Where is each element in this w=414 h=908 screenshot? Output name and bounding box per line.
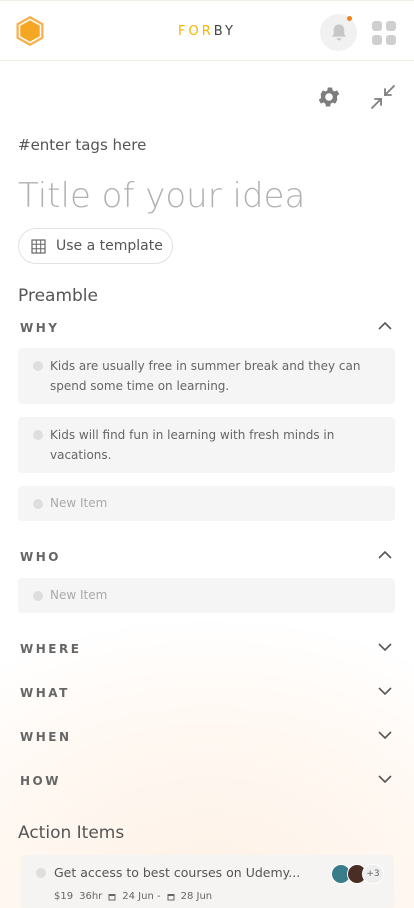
- chevron-up-icon[interactable]: [377, 321, 393, 331]
- action-item-title: Get access to best courses on Udemy...: [54, 865, 301, 880]
- tags-input[interactable]: #enter tags here: [18, 136, 146, 154]
- end-date: 28 Jun: [180, 891, 213, 902]
- bell-icon: [331, 24, 346, 41]
- grid-table-icon: [31, 238, 46, 254]
- what-section-label[interactable]: WHAT: [20, 686, 70, 700]
- use-template-button[interactable]: Use a template: [18, 228, 173, 264]
- app-header: FORBY: [0, 0, 414, 61]
- use-template-label: Use a template: [56, 238, 163, 254]
- gear-icon[interactable]: [316, 84, 342, 110]
- grid-icon[interactable]: [372, 21, 396, 45]
- action-item-card[interactable]: Get access to best courses on Udemy... $…: [21, 855, 394, 908]
- chevron-down-icon[interactable]: [377, 730, 393, 740]
- why-item-text: Kids are usually free in summer break an…: [50, 359, 361, 393]
- notification-dot: [347, 16, 352, 21]
- chevron-down-icon[interactable]: [377, 774, 393, 784]
- bullet-icon: [33, 499, 43, 509]
- chevron-down-icon[interactable]: [377, 686, 393, 696]
- calendar-icon: [167, 893, 175, 900]
- action-item-meta: $19 36hr 24 Jun - 28 Jun: [54, 891, 212, 902]
- chevron-down-icon[interactable]: [377, 642, 393, 652]
- why-new-item-input[interactable]: New Item: [18, 486, 395, 521]
- where-section-label[interactable]: WHERE: [20, 642, 81, 656]
- idea-title-input[interactable]: Title of your idea: [18, 176, 305, 216]
- when-section-label[interactable]: WHEN: [20, 730, 72, 744]
- cost-value: $19: [54, 891, 74, 902]
- bullet-icon: [33, 361, 43, 371]
- bullet-icon: [33, 591, 43, 601]
- why-item[interactable]: Kids will find fun in learning with fres…: [18, 417, 395, 473]
- calendar-icon: [108, 893, 116, 900]
- bullet-icon: [33, 430, 43, 440]
- chevron-up-icon[interactable]: [377, 550, 393, 560]
- action-items-heading: Action Items: [18, 823, 125, 843]
- why-section-label[interactable]: WHY: [20, 321, 59, 335]
- who-new-item-input[interactable]: New Item: [18, 578, 395, 613]
- more-assignees-badge[interactable]: +3: [362, 864, 384, 884]
- who-section-label[interactable]: WHO: [20, 550, 61, 564]
- why-item-text: Kids will find fun in learning with fres…: [50, 428, 335, 462]
- why-item[interactable]: Kids are usually free in summer break an…: [18, 348, 395, 404]
- start-date: 24 Jun -: [122, 891, 161, 902]
- new-item-placeholder: New Item: [50, 496, 108, 510]
- notifications-button[interactable]: [320, 14, 357, 51]
- collapse-icon[interactable]: [370, 84, 396, 110]
- bullet-icon: [36, 868, 46, 878]
- how-section-label[interactable]: HOW: [20, 774, 61, 788]
- preamble-heading: Preamble: [18, 286, 98, 306]
- new-item-placeholder: New Item: [50, 588, 108, 602]
- duration-value: 36hr: [79, 891, 103, 902]
